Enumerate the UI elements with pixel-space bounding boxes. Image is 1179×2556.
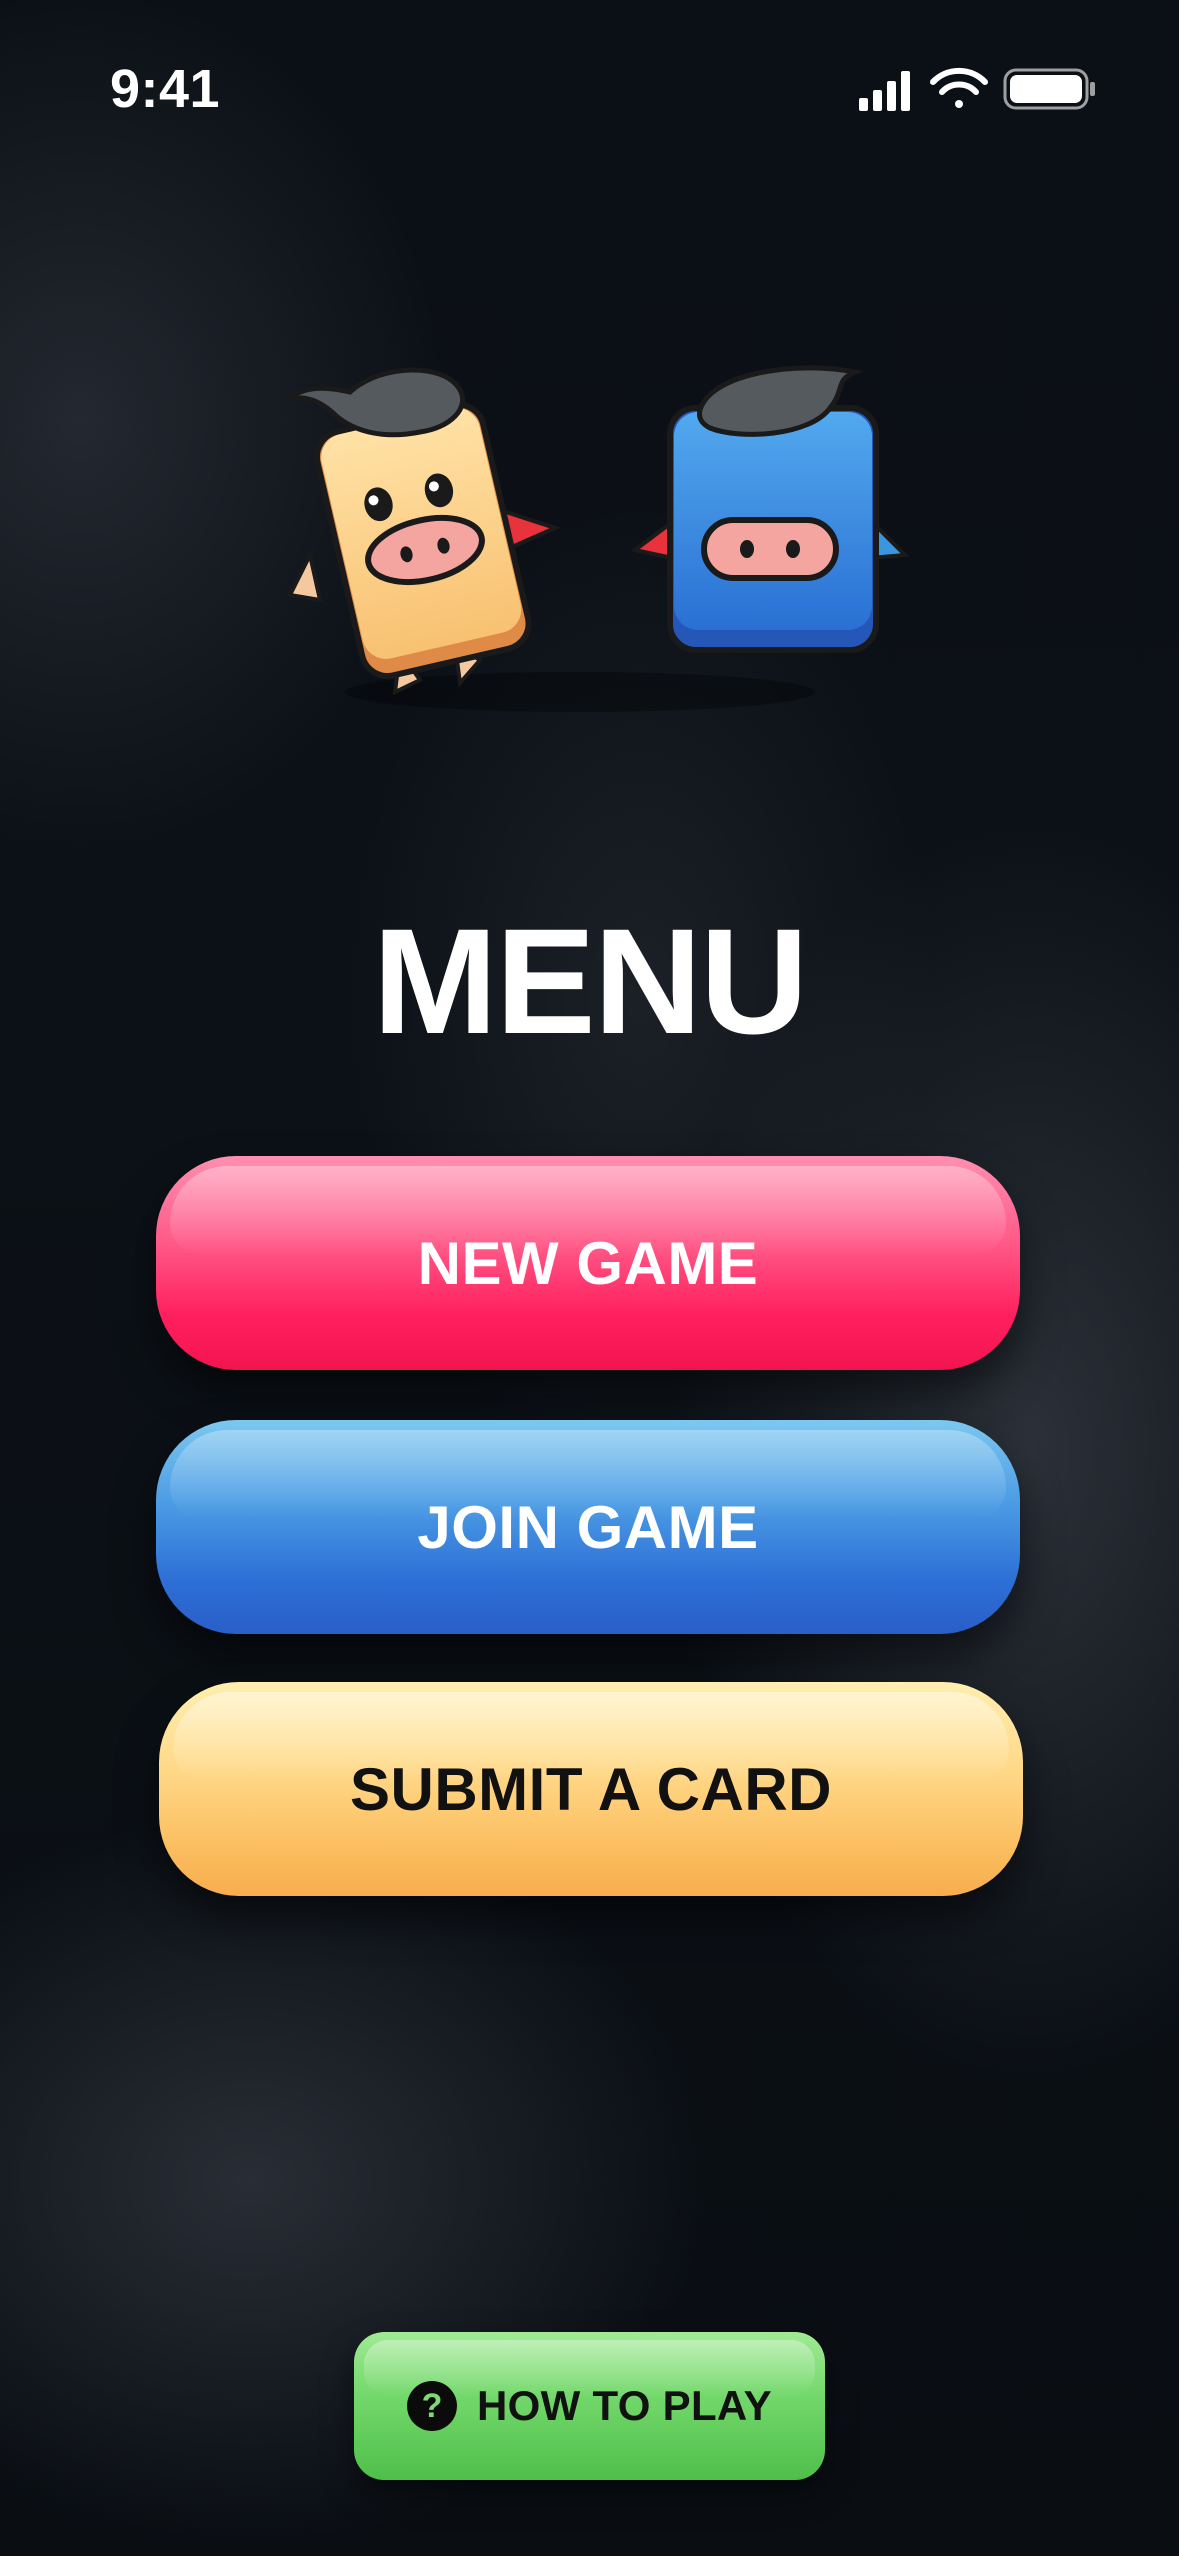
menu-title: MENU: [372, 897, 809, 1065]
new-game-label: NEW GAME: [417, 1229, 759, 1297]
how-to-play-button[interactable]: ? HOW TO PLAY: [354, 2332, 825, 2480]
battery-icon: [1003, 68, 1095, 110]
mascot-illustration: [281, 365, 910, 712]
join-game-button[interactable]: JOIN GAME: [156, 1420, 1020, 1634]
orange-pig-card-mascot: [281, 367, 561, 696]
wifi-icon: [930, 67, 988, 108]
cellular-signal-icon: [859, 71, 910, 111]
status-icons: [859, 67, 1095, 111]
menu-screen: 9:41 MENU NEW GAME JOIN GAME SUBMIT A CA…: [0, 0, 1179, 2556]
submit-card-label: SUBMIT A CARD: [349, 1755, 833, 1823]
help-icon: ?: [406, 2381, 457, 2431]
how-to-play-label: HOW TO PLAY: [476, 2382, 772, 2429]
new-game-button[interactable]: NEW GAME: [156, 1156, 1020, 1370]
status-time: 9:41: [110, 59, 221, 119]
blue-pig-card-mascot: [630, 365, 910, 653]
join-game-label: JOIN GAME: [417, 1493, 759, 1561]
submit-card-button[interactable]: SUBMIT A CARD: [159, 1682, 1023, 1896]
